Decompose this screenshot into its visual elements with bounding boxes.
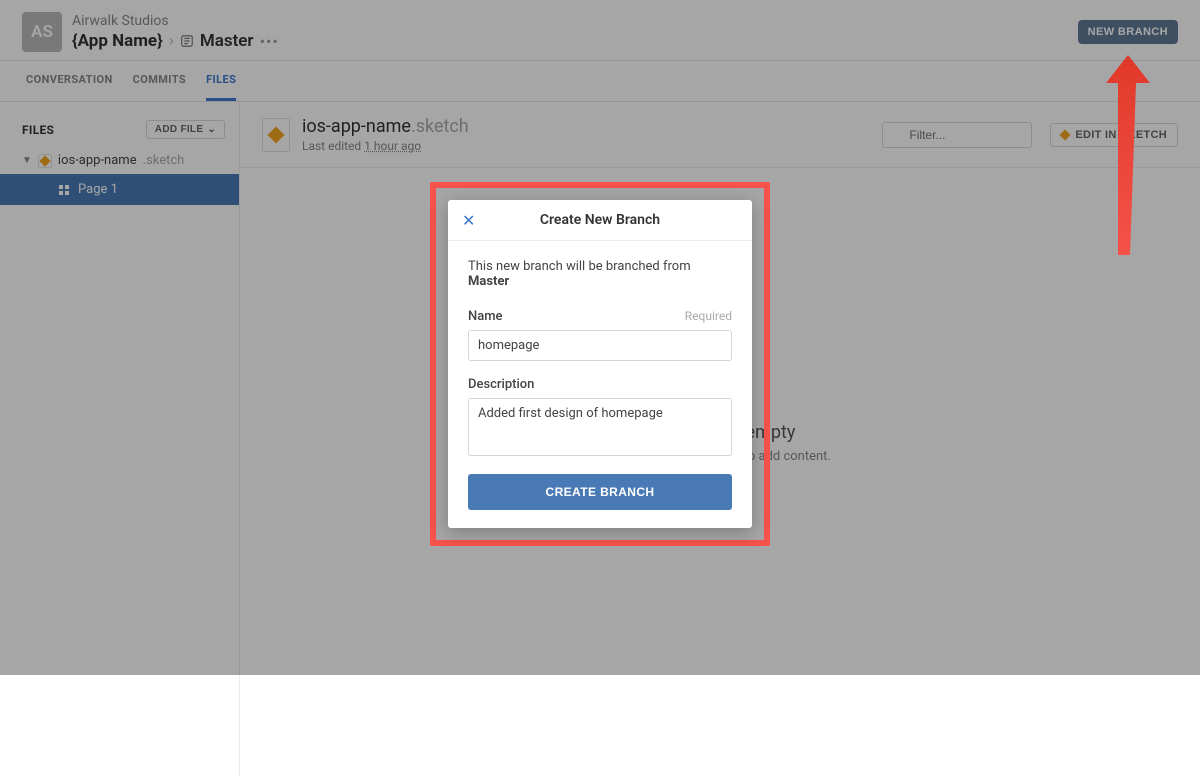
modal-description: This new branch will be branched from Ma… [468, 259, 732, 289]
create-branch-modal: ✕ Create New Branch This new branch will… [448, 200, 752, 528]
close-icon[interactable]: ✕ [462, 211, 475, 230]
modal-desc-branch: Master [468, 274, 509, 289]
required-label: Required [685, 309, 732, 324]
branch-description-input[interactable] [468, 398, 732, 456]
branch-name-input[interactable] [468, 330, 732, 361]
create-branch-button[interactable]: CREATE BRANCH [468, 474, 732, 510]
name-label: Name [468, 309, 503, 324]
modal-highlight: ✕ Create New Branch This new branch will… [430, 182, 770, 546]
modal-title: Create New Branch [464, 212, 736, 228]
modal-header: ✕ Create New Branch [448, 200, 752, 241]
modal-desc-prefix: This new branch will be branched from [468, 259, 691, 274]
name-label-row: Name Required [468, 309, 732, 324]
description-label: Description [468, 377, 534, 392]
modal-body: This new branch will be branched from Ma… [448, 241, 752, 528]
description-label-row: Description [468, 377, 732, 392]
